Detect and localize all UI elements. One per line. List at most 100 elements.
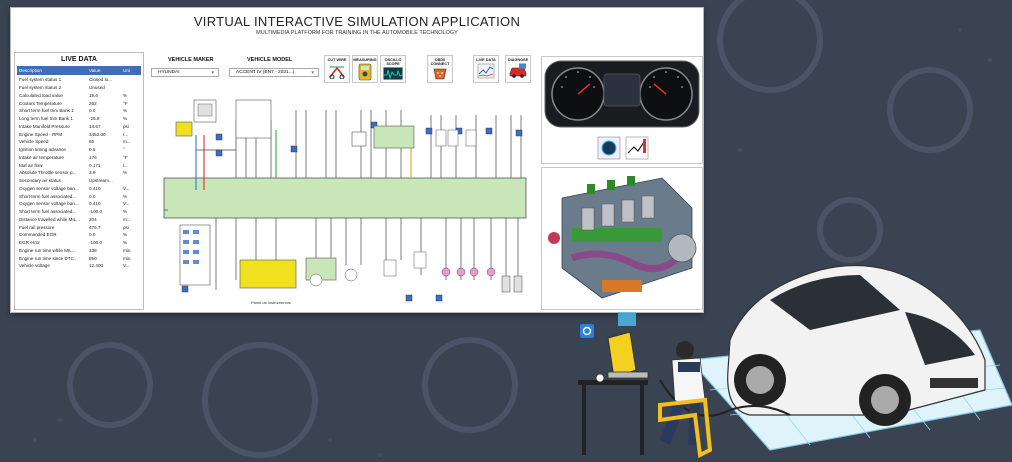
row-unit: % xyxy=(123,92,128,98)
row-description: Engine run time while MIL... xyxy=(19,247,76,253)
live-data-row[interactable]: Fuel rail pressure 475.7 psi xyxy=(17,223,141,231)
obd-connect-button[interactable]: OBDII CONNECT xyxy=(427,55,453,83)
row-description: Secondary air status xyxy=(19,178,61,184)
temperature-graph-icon-button[interactable] xyxy=(625,136,649,160)
row-description: Short term fuel trim Bank 1 xyxy=(19,108,74,114)
live-data-row[interactable]: Engine run time while MIL... 338 min xyxy=(17,247,141,255)
charging-car-illustration xyxy=(578,264,1012,459)
measuring-button[interactable]: MEASURING xyxy=(352,55,378,83)
cut-wire-button[interactable]: CUT WIRE xyxy=(324,55,350,83)
live-data-row[interactable]: Commanded EGR 0.0% xyxy=(17,231,141,239)
row-description: Engine run time since DTC... xyxy=(19,255,78,261)
oscilloscope-label-2: SCOPE xyxy=(386,62,400,67)
live-data-icon xyxy=(477,63,495,79)
live-data-row[interactable]: Short term fuel trim Bank 1 0.0% xyxy=(17,107,141,115)
row-description: Ignition timing advance xyxy=(19,147,66,153)
row-unit: % xyxy=(123,209,128,215)
app-subtitle: MULTIMEDIA PLATFORM FOR TRAINING IN THE … xyxy=(256,30,458,36)
live-data-row[interactable]: EGR error -100.0% xyxy=(17,239,141,247)
row-unit: °F xyxy=(123,100,128,106)
row-unit: psi xyxy=(123,224,129,230)
row-description: Vehicle Speed xyxy=(19,139,49,145)
row-value: 475.7 xyxy=(89,224,101,230)
chevron-down-icon: ▼ xyxy=(210,70,215,75)
live-data-row[interactable]: Secondary air status Upstream... xyxy=(17,177,141,185)
row-value: 14.57 xyxy=(89,123,101,129)
row-value: 176 xyxy=(89,154,97,160)
row-unit: ° xyxy=(123,147,125,153)
live-data-button[interactable]: LIVE DATA xyxy=(473,55,499,83)
obd-label-2: CONNECT xyxy=(430,62,450,67)
row-unit: V... xyxy=(123,263,130,269)
row-unit: min xyxy=(123,247,131,253)
row-unit: % xyxy=(123,170,128,176)
row-value: 262 xyxy=(89,100,97,106)
column-header-description[interactable]: Description xyxy=(17,68,89,73)
row-unit: °F xyxy=(123,154,128,160)
diagnose-label: DIAGNOSE xyxy=(507,58,529,62)
live-data-row[interactable]: Intake Manifold Pressure 14.57 psi xyxy=(17,123,141,131)
column-header-unit[interactable]: Uni xyxy=(123,68,141,73)
live-data-row[interactable]: Short term fuel associated... 0.0% xyxy=(17,192,141,200)
vehicle-maker-select[interactable]: HYUNDAI ▼ xyxy=(151,68,219,77)
live-data-row[interactable]: Intake air temperature 176 °F xyxy=(17,154,141,162)
row-value: Upstream... xyxy=(89,178,113,184)
live-data-row[interactable]: Oxygen sensor voltage ban... 0.410 V... xyxy=(17,200,141,208)
row-value: 338 xyxy=(89,247,97,253)
live-data-row[interactable]: Fuel system status 2 Unused xyxy=(17,84,141,92)
row-unit: min xyxy=(123,255,131,261)
chevron-down-icon: ▼ xyxy=(310,70,315,75)
row-description: Distance travelled while MIL... xyxy=(19,216,81,222)
live-data-row[interactable]: Ignition timing advance 0.5 ° xyxy=(17,146,141,154)
oscilloscope-button[interactable]: OSCILLO SCOPE xyxy=(380,55,406,83)
row-description: Fuel rail pressure xyxy=(19,224,55,230)
column-header-value[interactable]: Value xyxy=(89,68,123,73)
vehicle-maker-label: VEHICLE MAKER xyxy=(168,57,214,63)
row-value: Unused xyxy=(89,85,105,91)
live-data-row[interactable]: Short term fuel associated... -100.0% xyxy=(17,208,141,216)
row-value: 3.9 xyxy=(89,170,96,176)
dashboard-panel xyxy=(541,56,703,164)
row-description: Absolute Throttle sensor p... xyxy=(19,170,77,176)
row-value: 3452.00 xyxy=(89,131,106,137)
row-value: 0.0 xyxy=(89,108,96,114)
live-data-row[interactable]: Oxygen sensor voltage ban... 0.410 V... xyxy=(17,185,141,193)
cut-wire-icon xyxy=(329,66,345,80)
live-data-row[interactable]: Long term fuel trim Bank 1 -25.9% xyxy=(17,115,141,123)
dashboard-icon-button[interactable] xyxy=(597,136,621,160)
row-unit: l... xyxy=(123,162,128,168)
diagnose-button[interactable]: DIAGNOSE xyxy=(505,55,531,83)
obd-connect-icon xyxy=(433,69,447,80)
row-description: Intake air temperature xyxy=(19,154,64,160)
live-data-row[interactable]: Vehicle voltage 12.400 V... xyxy=(17,262,141,270)
wiring-diagram[interactable]: Panel de instrumentos xyxy=(156,90,534,310)
live-data-panel: LIVE DATA Description Value Uni Fuel sys… xyxy=(14,52,144,310)
row-description: Short term fuel associated... xyxy=(19,193,77,199)
ecu-block[interactable] xyxy=(163,177,527,219)
live-data-row[interactable]: Coolant Temperature 262 °F xyxy=(17,99,141,107)
row-unit: % xyxy=(123,240,128,246)
live-data-row[interactable]: Maf air flow 0.171 l... xyxy=(17,161,141,169)
row-unit: % xyxy=(123,116,128,122)
row-unit: m... xyxy=(123,139,131,145)
live-data-row[interactable]: Fuel system status 1 Closed lo... xyxy=(17,76,141,84)
live-data-row[interactable]: Engine run time since DTC... 850 min xyxy=(17,254,141,262)
row-description: Fuel system status 1 xyxy=(19,77,62,83)
row-description: Coolant Temperature xyxy=(19,100,62,106)
live-data-row[interactable]: Engine Speed - RPM 3452.00 r... xyxy=(17,130,141,138)
row-description: Intake Manifold Pressure xyxy=(19,123,70,129)
row-unit: % xyxy=(123,108,128,114)
info-panel-icon xyxy=(618,312,636,326)
vehicle-model-label: VEHICLE MODEL xyxy=(247,57,293,63)
row-unit: V... xyxy=(123,185,130,191)
live-data-row[interactable]: Vehicle Speed 65 m... xyxy=(17,138,141,146)
live-data-row[interactable]: Calculated load value 19.6% xyxy=(17,92,141,100)
vehicle-maker-value: HYUNDAI xyxy=(158,70,180,75)
live-data-row[interactable]: Absolute Throttle sensor p... 3.9% xyxy=(17,169,141,177)
live-data-row[interactable]: Distance travelled while MIL... 204 m... xyxy=(17,216,141,224)
row-unit: % xyxy=(123,232,128,238)
row-description: Maf air flow xyxy=(19,162,43,168)
row-description: Oxygen sensor voltage ban... xyxy=(19,201,79,207)
settings-gear-icon xyxy=(580,324,594,338)
vehicle-model-select[interactable]: ACCENT IV (BN7 - 2021...) ▼ xyxy=(229,68,319,77)
